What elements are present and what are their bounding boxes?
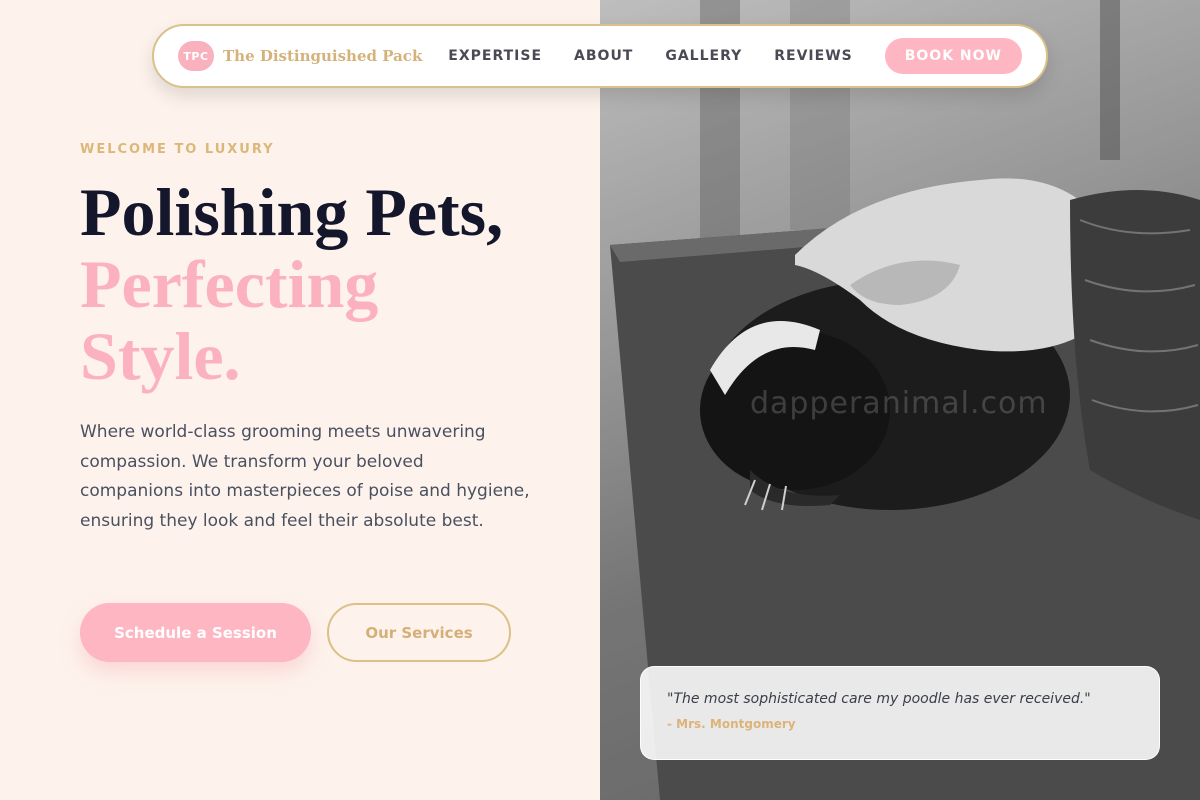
schedule-session-button[interactable]: Schedule a Session (80, 603, 311, 662)
book-now-button[interactable]: BOOK NOW (884, 38, 1022, 74)
headline-line-3: Style. (80, 318, 241, 394)
navbar: TPC The Distinguished Pack EXPERTISE ABO… (152, 24, 1048, 88)
testimonial-quote: "The most sophisticated care my poodle h… (667, 691, 1091, 707)
our-services-button[interactable]: Our Services (327, 603, 511, 662)
hero-panel (0, 0, 600, 800)
hero-description: Where world-class grooming meets unwaver… (80, 422, 530, 531)
brand-name[interactable]: The Distinguished Pack (223, 47, 422, 65)
nav-link-expertise[interactable]: EXPERTISE (448, 48, 542, 64)
nav-link-about[interactable]: ABOUT (574, 48, 633, 64)
logo-badge[interactable]: TPC (178, 41, 214, 71)
testimonial-card: "The most sophisticated care my poodle h… (640, 666, 1160, 760)
nav-links: EXPERTISE ABOUT GALLERY REVIEWS BOOK NOW (448, 38, 1022, 74)
testimonial-author: - Mrs. Montgomery (667, 717, 796, 731)
headline-line-1: Polishing Pets, (80, 174, 504, 250)
nav-link-reviews[interactable]: REVIEWS (774, 48, 852, 64)
photo-watermark: dapperanimal.com (750, 386, 1048, 421)
headline-line-2: Perfecting (80, 246, 379, 322)
hero-eyebrow: WELCOME TO LUXURY (80, 142, 275, 157)
hero-headline: Polishing Pets, Perfecting Style. (80, 176, 503, 392)
nav-link-gallery[interactable]: GALLERY (665, 48, 742, 64)
